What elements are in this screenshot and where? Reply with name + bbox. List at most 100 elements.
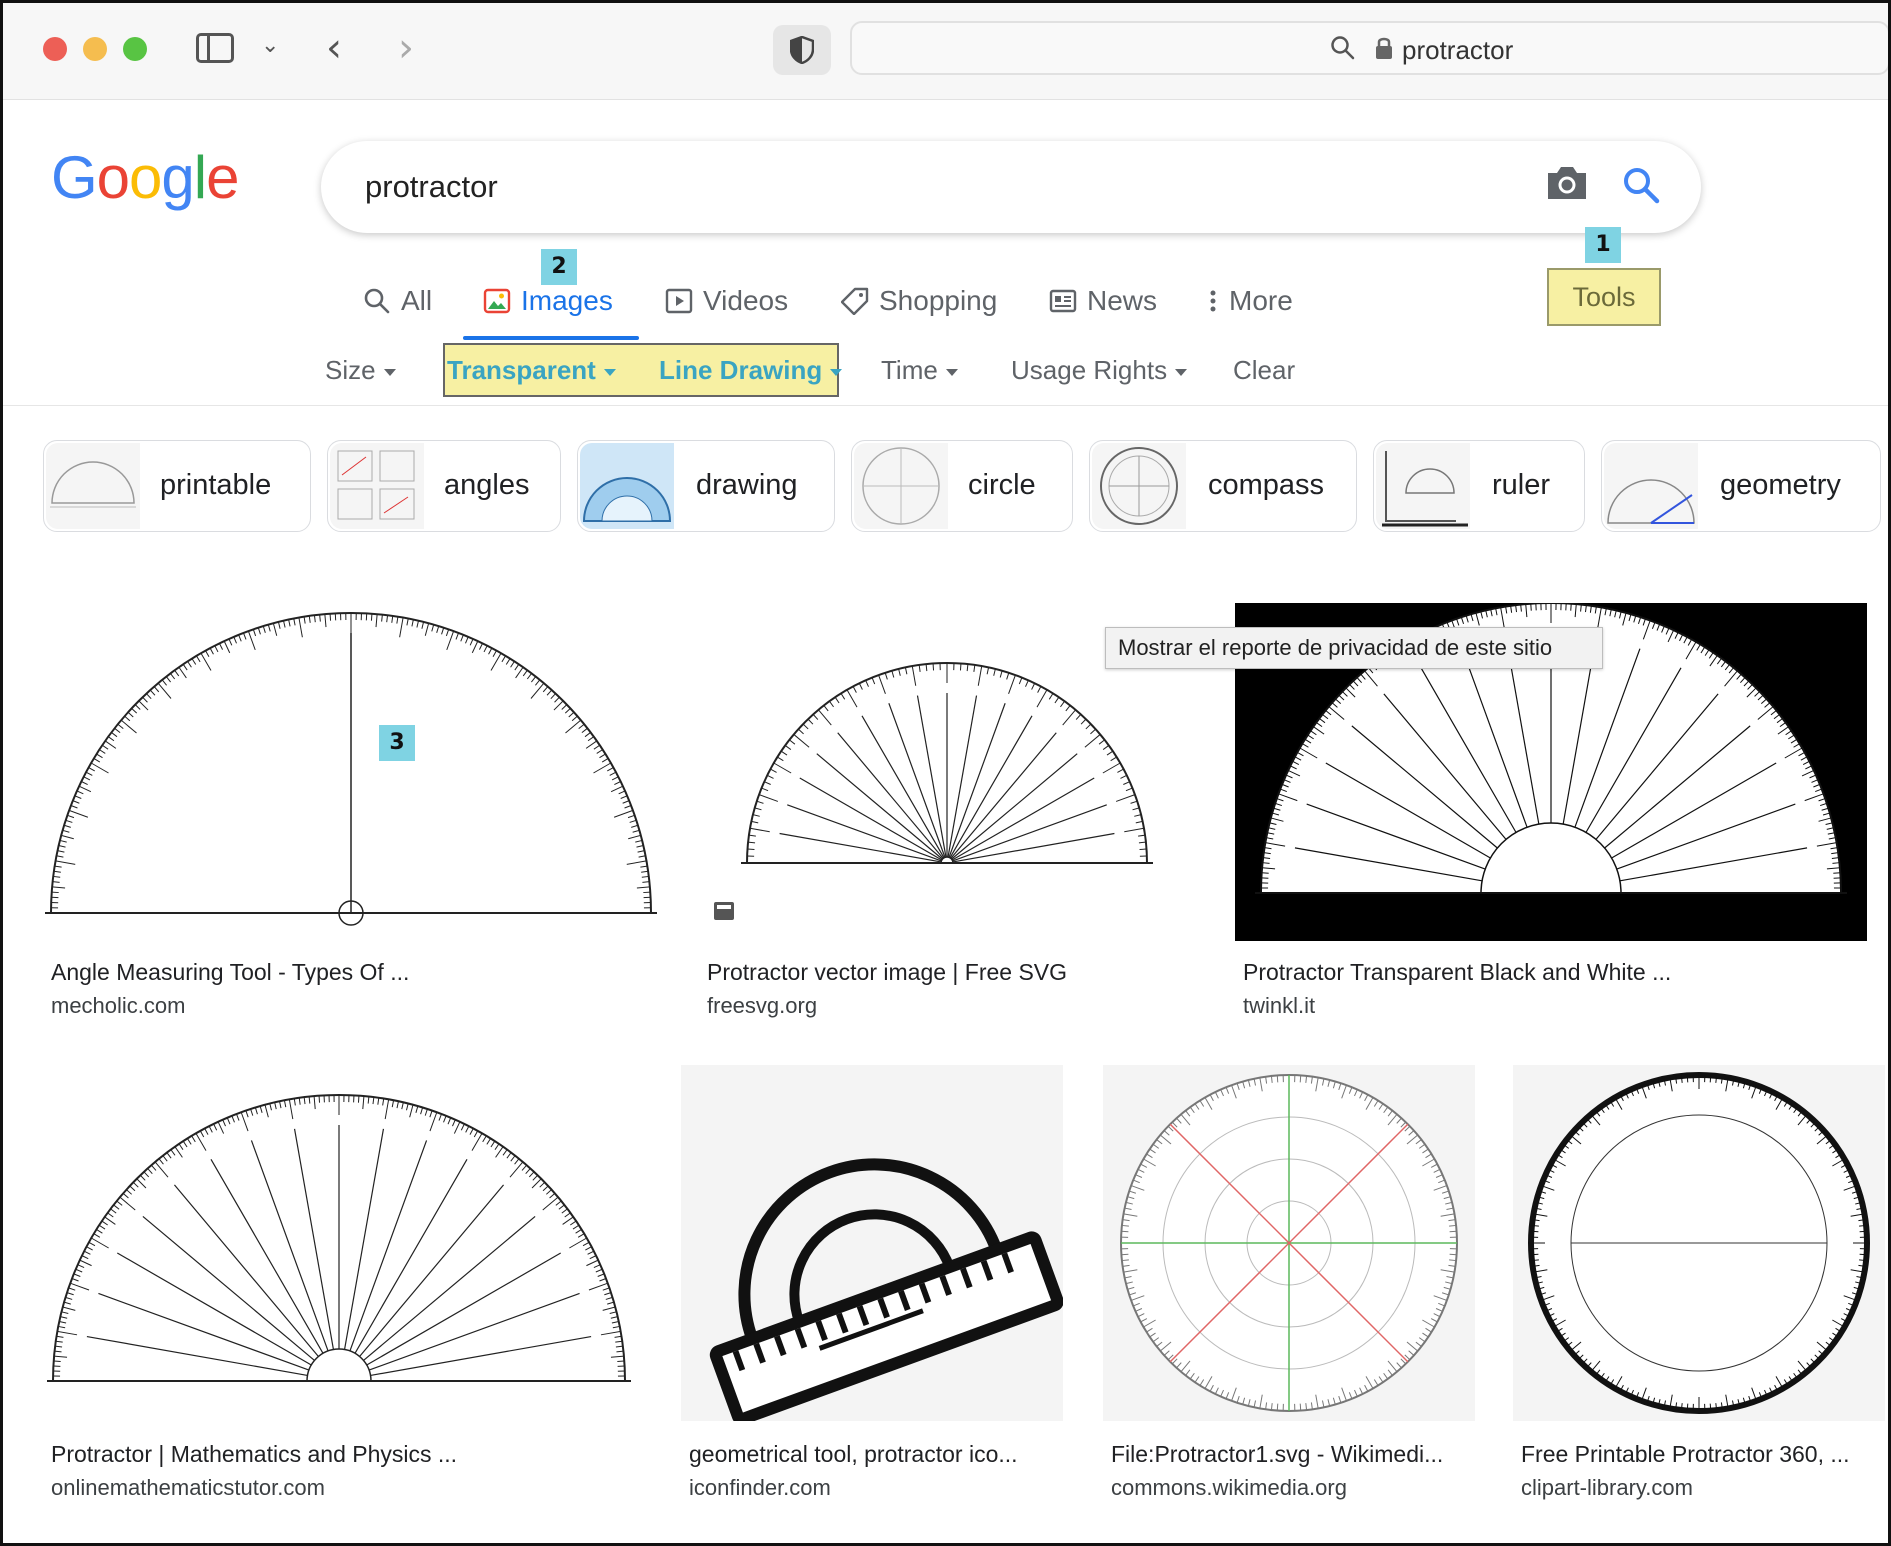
filter-line-drawing[interactable]: Line Drawing [659,353,843,387]
minimize-window-button[interactable] [83,37,107,61]
chip-circle[interactable]: circle [851,440,1073,532]
chip-compass[interactable]: compass [1089,440,1357,532]
result-card[interactable]: Protractor | Mathematics and Physics ...… [43,1065,641,1505]
chip-printable[interactable]: printable [43,440,311,532]
result-title[interactable]: Free Printable Protractor 360, ... [1521,1441,1850,1468]
result-card[interactable]: Free Printable Protractor 360, ... clipa… [1513,1065,1885,1505]
chip-thumbnail [580,443,674,529]
sidebar-toggle-icon[interactable] [196,33,234,63]
filter-size[interactable]: Size [325,353,396,387]
result-card[interactable]: 3 Angle Measuring Tool - Types Of ... me… [43,583,659,1023]
header-divider [3,405,1888,406]
close-window-button[interactable] [43,37,67,61]
chip-angles[interactable]: angles [327,440,561,532]
shield-icon [790,36,814,64]
result-image[interactable] [1103,1065,1475,1421]
privacy-tooltip: Mostrar el reporte de privacidad de este… [1105,627,1603,669]
search-icon [1331,36,1355,60]
logo-letter: o [96,144,130,211]
protractor-360-image [1528,1072,1870,1414]
privacy-report-button[interactable] [773,25,831,75]
address-bar[interactable]: protractor [850,21,1888,75]
image-badge-icon [714,902,734,920]
chevron-down-icon [603,368,616,376]
logo-letter: o [129,144,162,211]
result-source: mecholic.com [51,993,186,1018]
tab-more[interactable]: More [1207,281,1293,321]
more-vert-icon [1210,290,1216,312]
search-submit-icon[interactable] [1621,165,1661,205]
protractor-circle-image [1120,1074,1458,1412]
chip-thumbnail [330,443,424,529]
result-image[interactable] [43,583,659,941]
zoom-window-button[interactable] [123,37,147,61]
filter-transparent-label: Transparent [447,355,596,385]
browser-toolbar: ⌄ ‹ › protractor [3,3,1888,100]
lock-icon [1376,37,1392,59]
result-title[interactable]: File:Protractor1.svg - Wikimedi... [1111,1441,1443,1468]
chip-thumbnail [1092,443,1186,529]
logo-letter: l [193,144,207,211]
filter-clear[interactable]: Clear [1233,353,1295,387]
result-source: iconfinder.com [689,1475,831,1500]
chevron-down-icon [1175,368,1188,376]
back-icon[interactable]: ‹ [326,25,342,71]
result-source: onlinemathematicstutor.com [51,1475,325,1500]
result-image[interactable] [1513,1065,1885,1421]
filter-transparent[interactable]: Transparent [447,353,616,387]
result-image[interactable] [681,1065,1063,1421]
filter-usage-rights-label: Usage Rights [1011,355,1168,385]
tab-all[interactable]: All [363,281,432,321]
result-title[interactable]: Angle Measuring Tool - Types Of ... [51,959,409,986]
chevron-down-icon [945,368,958,376]
tab-news-label: News [1087,285,1158,316]
chip-label: circle [968,469,1036,501]
chip-drawing[interactable]: drawing [577,440,835,532]
chevron-down-icon [383,368,396,376]
result-source: freesvg.org [707,993,818,1018]
chip-label: printable [160,469,272,501]
chevron-down-icon [830,368,843,376]
video-icon [665,288,693,314]
result-title[interactable]: Protractor vector image | Free SVG [707,959,1067,986]
tab-videos[interactable]: Videos [665,281,788,321]
tab-more-label: More [1229,285,1293,316]
search-input[interactable] [363,163,1467,211]
tab-images-label: Images [521,285,613,316]
chip-thumbnail [46,443,140,529]
filter-time[interactable]: Time [881,353,958,387]
result-title[interactable]: Protractor Transparent Black and White .… [1243,959,1671,986]
tools-button[interactable]: Tools [1547,268,1661,326]
result-title[interactable]: geometrical tool, protractor ico... [689,1441,1018,1468]
chip-label: compass [1208,469,1325,501]
forward-icon[interactable]: › [398,25,414,71]
result-source: twinkl.it [1243,993,1316,1018]
filter-usage-rights[interactable]: Usage Rights [1011,353,1188,387]
result-card[interactable]: File:Protractor1.svg - Wikimedi... commo… [1103,1065,1475,1505]
chip-label: drawing [696,469,798,501]
tab-images[interactable]: Images [483,281,613,321]
result-image[interactable] [43,1065,641,1421]
callout-marker-3: 3 [379,725,415,761]
protractor-icon-image [709,1158,1063,1421]
active-tab-indicator [463,336,639,340]
chip-label: ruler [1492,469,1551,501]
result-card[interactable]: geometrical tool, protractor ico... icon… [681,1065,1063,1505]
image-icon [483,288,511,314]
camera-icon[interactable] [1544,163,1590,203]
google-logo[interactable]: Google [51,143,240,212]
tab-news[interactable]: News [1049,281,1157,321]
screenshot-frame: ⌄ ‹ › protractor Google protractor All I… [0,0,1891,1546]
tab-all-label: All [401,285,433,316]
chip-label: geometry [1720,469,1841,501]
chip-thumbnail [1604,443,1698,529]
chip-ruler[interactable]: ruler [1373,440,1585,532]
chevron-down-icon[interactable]: ⌄ [261,33,279,58]
chip-label: angles [444,469,530,501]
chip-thumbnail [1376,443,1470,529]
logo-letter: G [51,144,98,211]
result-source: commons.wikimedia.org [1111,1475,1347,1500]
result-title[interactable]: Protractor | Mathematics and Physics ... [51,1441,457,1468]
chip-geometry[interactable]: geometry [1601,440,1881,532]
tab-shopping[interactable]: Shopping [841,281,997,321]
